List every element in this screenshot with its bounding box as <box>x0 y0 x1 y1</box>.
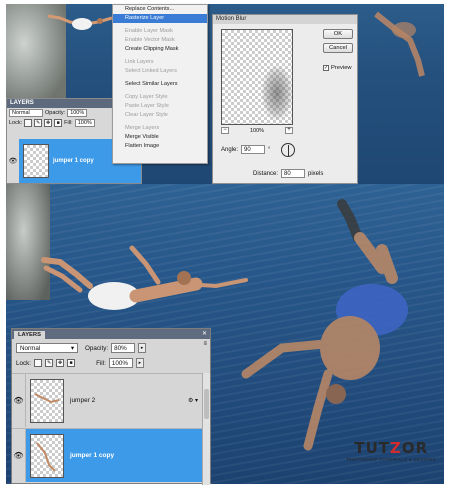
layer-name[interactable]: jumper 2 <box>70 397 95 404</box>
visibility-eye-icon[interactable]: 👁 <box>12 429 26 482</box>
layer-row[interactable]: 👁 jumper 2 ⚙ ▾ <box>12 373 204 427</box>
menu-item[interactable]: Merge Visible <box>113 133 207 142</box>
watermark-text: TUTZOR <box>347 439 436 457</box>
distance-input[interactable]: 80 <box>281 169 306 178</box>
ok-button[interactable]: OK <box>323 29 353 39</box>
panel-menu-icon[interactable]: ≡ <box>203 341 207 347</box>
menu-item: Copy Layer Style <box>125 94 168 100</box>
blur-preview[interactable] <box>221 29 293 125</box>
dialog-title: Motion Blur <box>213 15 357 24</box>
lock-label: Lock: <box>9 120 23 126</box>
watermark-logo-right: OR <box>401 439 429 457</box>
lock-all-icon[interactable]: ■ <box>67 359 76 367</box>
fill-field[interactable]: 100% <box>108 358 133 368</box>
jumper-figure-blurred <box>374 11 425 77</box>
blend-mode-value: Normal <box>20 345 41 352</box>
menu-item: Clear Layer Style <box>125 112 168 118</box>
distance-label: Distance: <box>253 170 279 177</box>
angle-row: Angle: 90 ° <box>221 145 270 154</box>
fill-label: Fill: <box>96 359 106 367</box>
layer-name[interactable]: jumper 1 copy <box>53 158 94 164</box>
layers-panel: LAYERS ✕ ≡ Normal ▾ Opacity: 80% ▸ Lock: … <box>11 328 211 485</box>
zoom-level: 100% <box>249 127 265 134</box>
watermark-logo: TUTZOR PHOTOSHOP TUTORIALS & DESIGNS <box>347 439 436 462</box>
fill-field[interactable]: 100% <box>74 119 95 127</box>
watermark-logo-mid: Z <box>390 439 402 457</box>
layers-tabbar: LAYERS ✕ <box>12 329 210 339</box>
layers-tab[interactable]: LAYERS <box>14 331 45 339</box>
menu-item: Select Linked Layers <box>125 68 177 74</box>
visibility-eye-icon[interactable]: 👁 <box>12 374 26 427</box>
lock-label: Lock: <box>16 359 32 367</box>
scrollbar-thumb[interactable] <box>204 389 209 419</box>
menu-item[interactable]: Flatten Image <box>113 142 207 151</box>
angle-dial-icon[interactable] <box>281 143 295 157</box>
layer-list: 👁 jumper 2 ⚙ ▾ 👁 jumper 1 copy <box>12 373 204 485</box>
zoom-in-button[interactable]: + <box>284 127 293 134</box>
zoom-controls: − 100% + <box>221 127 293 134</box>
fill-label: Fill: <box>64 120 73 126</box>
angle-label: Angle: <box>221 146 239 153</box>
chevron-down-icon: ▾ <box>70 345 74 352</box>
opacity-field[interactable]: 100% <box>67 109 88 117</box>
lock-move-icon[interactable]: ✥ <box>44 119 53 127</box>
layer-effects-icon[interactable]: ⚙ ▾ <box>188 397 198 404</box>
thumbnail-figure <box>34 392 60 403</box>
close-icon[interactable]: ✕ <box>202 330 207 337</box>
zoom-out-button[interactable]: − <box>221 127 229 134</box>
layer-context-menu: Replace Contents... Rasterize Layer Enable… <box>112 4 208 164</box>
lock-row: Lock: ✎ ✥ ■ Fill: 100% ▸ <box>16 358 144 368</box>
menu-item[interactable]: Replace Contents... <box>113 5 207 14</box>
lock-all-icon[interactable]: ■ <box>54 119 63 127</box>
menu-item: Enable Layer Mask <box>125 28 173 34</box>
menu-item: Link Layers <box>125 59 154 65</box>
blend-mode-select[interactable]: Normal ▾ <box>16 343 78 353</box>
jumper-figure <box>47 14 113 30</box>
menu-item: Merge Layers <box>125 125 160 131</box>
menu-item[interactable]: Rasterize Layer <box>113 14 207 23</box>
opacity-field[interactable]: 80% <box>111 343 136 353</box>
distance-row: Distance: 80 pixels <box>253 169 323 178</box>
watermark-logo-left: TUT <box>354 439 391 457</box>
lock-brush-icon[interactable]: ✎ <box>45 359 54 367</box>
menu-item[interactable]: Create Clipping Mask <box>113 45 207 54</box>
angle-input[interactable]: 90 <box>241 145 266 154</box>
layer-thumbnail <box>30 378 64 423</box>
blend-row: Normal ▾ Opacity: 80% ▸ <box>16 343 147 353</box>
layer-row-selected[interactable]: 👁 jumper 1 copy <box>12 428 204 482</box>
lock-move-icon[interactable]: ✥ <box>56 359 65 367</box>
blend-mode-select[interactable]: Normal <box>9 109 43 117</box>
jumper-figure-motion-blur <box>241 199 408 451</box>
menu-item: Paste Layer Style <box>125 103 169 109</box>
menu-item: Enable Vector Mask <box>125 37 175 43</box>
opacity-slider-arrow-icon[interactable]: ▸ <box>138 343 147 353</box>
lock-transparent-icon[interactable] <box>34 359 43 367</box>
thumbnail-figure <box>36 441 56 472</box>
blurred-figure-preview <box>262 66 292 120</box>
visibility-eye-icon[interactable]: 👁 <box>7 139 19 183</box>
fill-slider-arrow-icon[interactable]: ▸ <box>135 358 144 368</box>
opacity-label: Opacity: <box>45 110 66 116</box>
layer-thumbnail <box>30 433 64 478</box>
lock-brush-icon[interactable]: ✎ <box>34 119 43 127</box>
watermark-tagline: PHOTOSHOP TUTORIALS & DESIGNS <box>346 457 436 462</box>
distance-unit: pixels <box>308 170 324 177</box>
preview-checkbox[interactable]: ✓ <box>323 65 329 71</box>
lock-transparent-icon[interactable] <box>24 119 33 127</box>
menu-item[interactable]: Select Similar Layers <box>113 80 207 89</box>
motion-blur-dialog: Motion Blur − 100% + OK Cancel ✓ Preview… <box>212 14 358 184</box>
layer-thumbnail <box>23 144 49 178</box>
preview-checkbox-row[interactable]: ✓ Preview <box>323 65 352 71</box>
opacity-label: Opacity: <box>85 344 109 352</box>
preview-label: Preview <box>331 65 352 71</box>
jumper-figure <box>41 245 248 310</box>
layer-name[interactable]: jumper 1 copy <box>70 452 114 459</box>
angle-unit: ° <box>268 146 271 153</box>
layer-list-scrollbar[interactable] <box>202 373 210 485</box>
cancel-button[interactable]: Cancel <box>323 43 353 53</box>
